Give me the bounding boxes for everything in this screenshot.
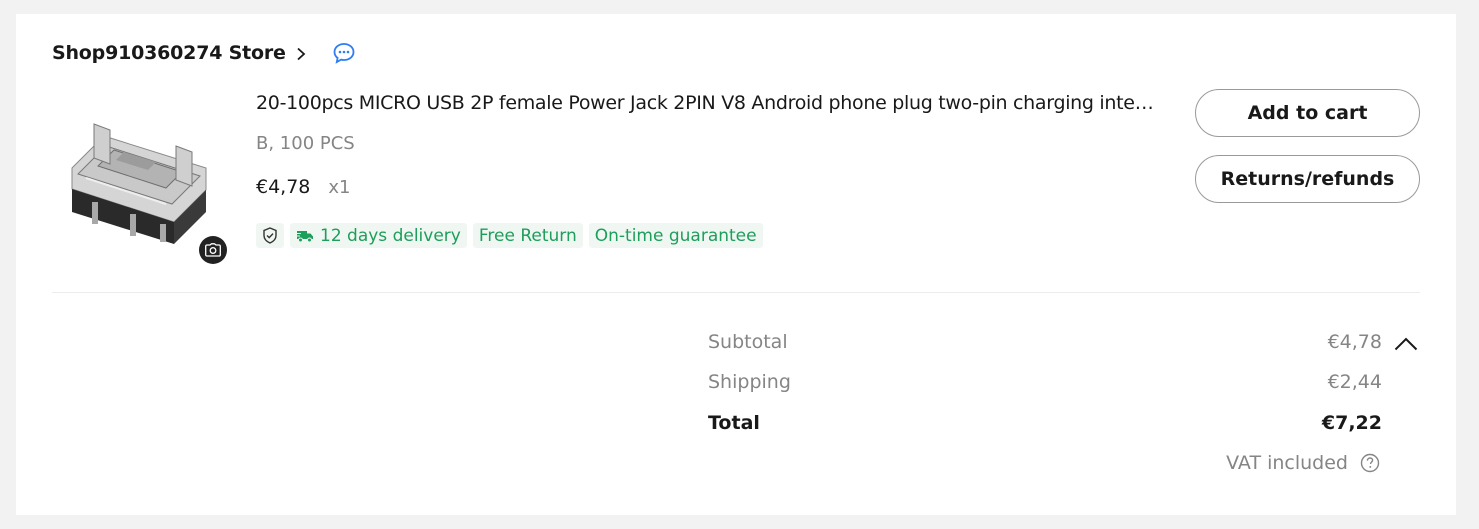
chevron-up-icon[interactable] <box>1394 336 1418 352</box>
shield-icon <box>256 223 284 248</box>
shipping-value: €2,44 <box>1327 371 1382 393</box>
product-quantity: x1 <box>328 177 351 198</box>
returns-refunds-button[interactable]: Returns/refunds <box>1195 155 1420 203</box>
truck-icon <box>296 230 313 242</box>
delivery-tag-label: 12 days delivery <box>320 225 461 246</box>
subtotal-label: Subtotal <box>708 331 788 353</box>
shipping-label: Shipping <box>708 371 791 393</box>
total-value: €7,22 <box>1321 412 1382 434</box>
delivery-tag: 12 days delivery <box>290 223 467 248</box>
price-row: €4,78 x1 <box>256 176 351 198</box>
chat-icon[interactable] <box>332 42 356 64</box>
camera-icon[interactable] <box>199 236 227 264</box>
chevron-right-icon[interactable] <box>296 46 306 61</box>
product-price: €4,78 <box>256 176 311 198</box>
order-card: Shop910360274 Store 20-100pcs MICRO USB … <box>16 14 1456 515</box>
help-icon[interactable] <box>1360 453 1380 473</box>
add-to-cart-button[interactable]: Add to cart <box>1195 89 1420 137</box>
on-time-guarantee-tag: On-time guarantee <box>588 223 763 248</box>
product-variant: B, 100 PCS <box>256 133 355 154</box>
store-header[interactable]: Shop910360274 Store <box>52 40 356 66</box>
divider <box>52 292 1420 293</box>
total-label: Total <box>708 412 760 434</box>
store-name[interactable]: Shop910360274 Store <box>52 42 286 64</box>
subtotal-value: €4,78 <box>1327 331 1382 353</box>
service-tags: 12 days delivery Free Return On-time gua… <box>256 223 763 248</box>
vat-label: VAT included <box>1226 452 1348 474</box>
vat-row: VAT included <box>1226 452 1380 474</box>
product-title[interactable]: 20-100pcs MICRO USB 2P female Power Jack… <box>256 92 1156 114</box>
free-return-tag: Free Return <box>472 223 583 248</box>
